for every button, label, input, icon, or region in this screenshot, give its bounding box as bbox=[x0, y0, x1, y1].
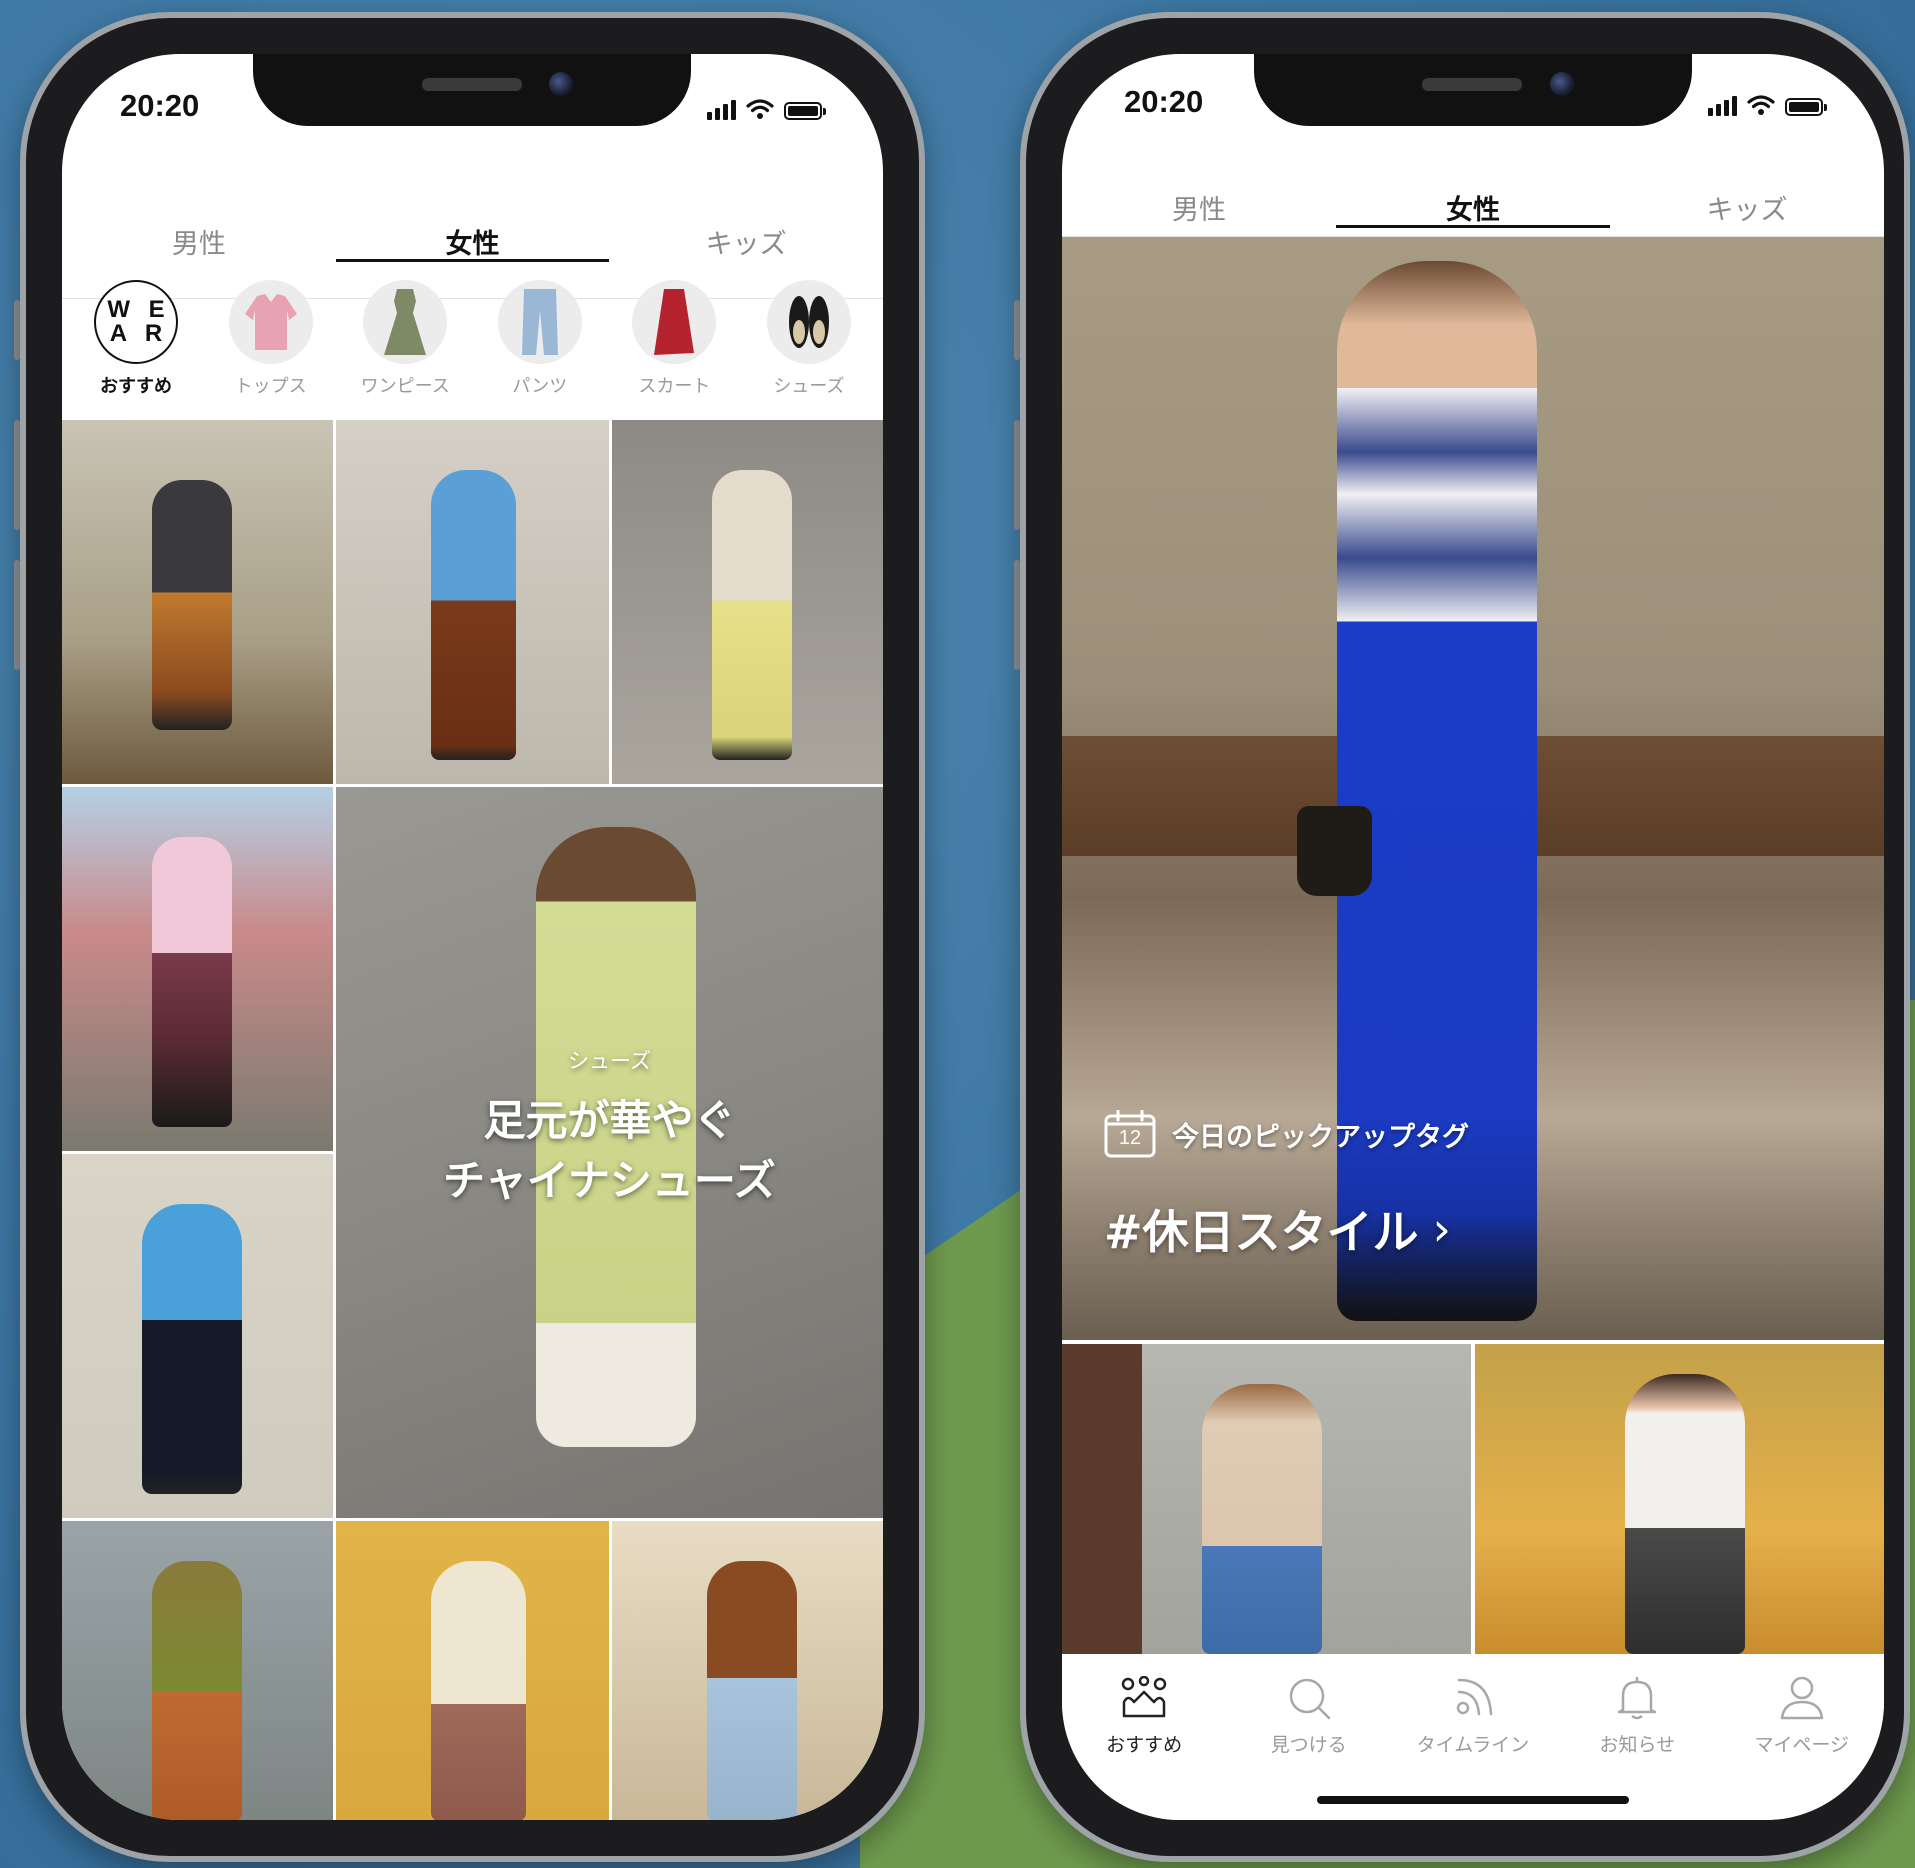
feed-icon bbox=[1456, 1678, 1493, 1716]
outfit-photo[interactable] bbox=[62, 1521, 333, 1820]
signal-icon bbox=[1708, 96, 1737, 116]
crown-people-icon bbox=[1121, 1676, 1167, 1718]
category-shoes[interactable]: シューズ bbox=[759, 280, 859, 398]
chevron-right-icon: › bbox=[1432, 1202, 1451, 1256]
front-camera bbox=[1550, 72, 1574, 96]
earpiece-speaker bbox=[1422, 78, 1522, 91]
tab-women[interactable]: 女性 bbox=[335, 222, 610, 262]
outfit-photo[interactable] bbox=[62, 1154, 333, 1518]
front-camera bbox=[549, 72, 573, 96]
blouse-icon bbox=[228, 280, 313, 364]
tab-men[interactable]: 男性 bbox=[62, 222, 336, 261]
pickup-tag-link[interactable]: #休日スタイル › bbox=[1104, 1196, 1451, 1262]
tab-kids[interactable]: キッズ bbox=[609, 222, 883, 261]
nav-mypage[interactable]: マイページ bbox=[1727, 1676, 1877, 1820]
tab-kids[interactable]: キッズ bbox=[1610, 188, 1884, 227]
tab-women[interactable]: 女性 bbox=[1336, 188, 1610, 228]
wear-logo-icon: W E A R bbox=[94, 280, 178, 364]
person-icon bbox=[1780, 1676, 1823, 1720]
category-onepiece[interactable]: ワンピース bbox=[355, 280, 455, 398]
nav-label: お知らせ bbox=[1599, 1734, 1676, 1756]
phone-right-screen: 12 今日のピックアップタグ #休日スタイル › 20:20 男性 女性 キッズ bbox=[1062, 54, 1884, 1820]
nav-label: タイムライン bbox=[1416, 1734, 1530, 1756]
featured-banner[interactable]: シューズ 足元が華やぐ チャイナシューズ bbox=[336, 787, 883, 1518]
handbag bbox=[1297, 806, 1372, 896]
nav-recommended[interactable]: おすすめ bbox=[1069, 1676, 1219, 1820]
nav-label: 見つける bbox=[1270, 1734, 1347, 1756]
status-time: 20:20 bbox=[1124, 84, 1204, 119]
outfit-photo[interactable] bbox=[336, 420, 609, 784]
shoes-icon bbox=[766, 280, 851, 364]
pickup-caption-row: 12 今日のピックアップタグ bbox=[1104, 1110, 1469, 1158]
outfit-photo[interactable] bbox=[62, 787, 333, 1151]
tab-men[interactable]: 男性 bbox=[1062, 188, 1336, 227]
category-label: ワンピース bbox=[360, 376, 450, 397]
category-recommended[interactable]: W E A R おすすめ bbox=[86, 280, 186, 398]
status-icons bbox=[707, 98, 826, 120]
wear-logo-text-bottom: A R bbox=[109, 320, 169, 347]
featured-title-line1: 足元が華やぐ bbox=[483, 1096, 736, 1145]
pickup-tag: #休日スタイル bbox=[1104, 1205, 1419, 1259]
category-pants[interactable]: パンツ bbox=[490, 280, 590, 398]
category-tops[interactable]: トップス bbox=[221, 280, 321, 398]
battery-icon bbox=[1785, 98, 1827, 116]
earpiece-speaker bbox=[422, 78, 522, 91]
calendar-icon: 12 bbox=[1104, 1110, 1156, 1158]
wear-logo-text-top: W E bbox=[107, 296, 171, 323]
jeans-icon bbox=[497, 280, 582, 364]
nav-label: おすすめ bbox=[1106, 1734, 1183, 1756]
outfit-photo[interactable] bbox=[612, 420, 883, 784]
featured-title-line2: チャイナシューズ bbox=[443, 1156, 776, 1205]
category-label: トップス bbox=[234, 376, 307, 397]
category-strip: W E A R おすすめ トップス ワンピース パンツ スカート シューズ bbox=[86, 280, 859, 398]
hero-photo[interactable]: 12 今日のピックアップタグ #休日スタイル › bbox=[1062, 236, 1884, 1340]
outfit-photo[interactable] bbox=[62, 420, 333, 784]
category-label: シューズ bbox=[773, 376, 845, 397]
battery-icon bbox=[784, 102, 826, 120]
signal-icon bbox=[707, 100, 736, 120]
outfit-photo[interactable] bbox=[1475, 1344, 1884, 1654]
status-time: 20:20 bbox=[120, 88, 200, 123]
bell-icon bbox=[1618, 1677, 1657, 1720]
wifi-icon bbox=[746, 99, 774, 119]
category-label: おすすめ bbox=[100, 376, 172, 397]
outfit-photo[interactable] bbox=[612, 1521, 883, 1820]
category-skirt[interactable]: スカート bbox=[624, 280, 724, 398]
phone-left-screen: シューズ 足元が華やぐ チャイナシューズ 20:20 男性 女性 キッズ W E bbox=[62, 54, 883, 1820]
dress-icon bbox=[363, 280, 448, 364]
category-label: スカート bbox=[638, 376, 711, 397]
featured-category: シューズ bbox=[568, 1049, 651, 1073]
outfit-photo[interactable] bbox=[336, 1521, 609, 1820]
category-label: パンツ bbox=[512, 376, 568, 397]
calendar-day: 12 bbox=[1118, 1127, 1142, 1149]
home-indicator[interactable] bbox=[1317, 1796, 1629, 1804]
pickup-caption: 今日のピックアップタグ bbox=[1172, 1121, 1469, 1153]
nav-label: マイページ bbox=[1754, 1734, 1850, 1756]
outfit-photo[interactable] bbox=[1062, 1344, 1471, 1654]
search-icon bbox=[1289, 1678, 1330, 1720]
status-icons bbox=[1708, 94, 1827, 116]
skirt-icon bbox=[632, 280, 717, 364]
gender-tabs: 男性 女性 キッズ bbox=[1062, 178, 1884, 237]
wifi-icon bbox=[1747, 95, 1775, 115]
